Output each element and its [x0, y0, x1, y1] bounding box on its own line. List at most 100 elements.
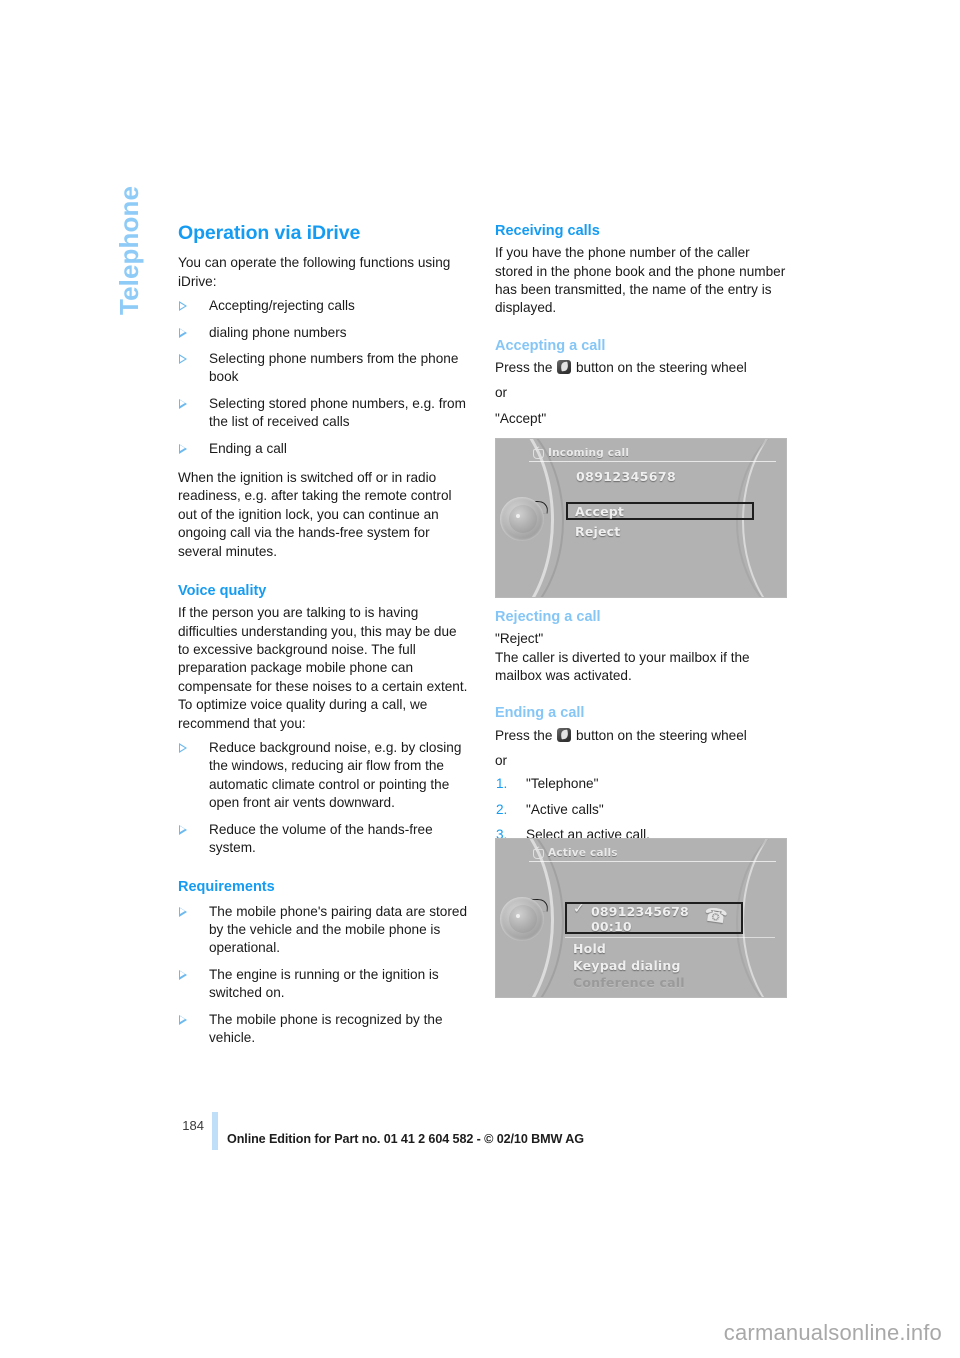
list-item: Selecting stored phone numbers, e.g. fro…	[178, 395, 470, 432]
knob-body	[509, 505, 537, 533]
site-watermark: carmanualsonline.info	[723, 1320, 942, 1345]
list-item: Selecting phone numbers from the phone b…	[178, 350, 470, 387]
list-item: The mobile phone is recognized by the ve…	[178, 1011, 470, 1048]
rejecting-a-call-heading: Rejecting a call	[495, 609, 601, 626]
active-call-duration: 00:10	[591, 919, 632, 934]
triangle-bullet-icon	[179, 824, 187, 835]
function-bullet-list: Accepting/rejecting calls dialing phone …	[178, 297, 470, 458]
knob-highlight-dot	[516, 514, 520, 518]
telephone-icon	[532, 448, 544, 459]
voice-quality-body: If the person you are talking to is havi…	[178, 605, 468, 731]
triangle-bullet-icon	[179, 327, 187, 338]
ending-steps-list: 1. "Telephone" 2. "Active calls" 3. Sele…	[495, 775, 787, 844]
rejecting-option-text: "Reject"	[495, 631, 544, 647]
edition-notice: Online Edition for Part no. 01 41 2 604 …	[227, 1132, 584, 1146]
page-footer: 184 Online Edition for Part no. 01 41 2 …	[178, 1112, 798, 1152]
idrive-controller-knob[interactable]	[500, 497, 546, 543]
accepting-press-instruction: Press the button on the steering wheel	[495, 359, 787, 377]
press-suffix-text: button on the steering wheel	[575, 727, 747, 743]
step-number: 2.	[496, 801, 508, 817]
idrive-controller-knob[interactable]	[500, 897, 546, 943]
press-suffix-text: button on the steering wheel	[575, 359, 747, 375]
idrive-menu-item-reject[interactable]: Reject	[575, 524, 620, 539]
triangle-bullet-icon	[179, 743, 187, 754]
list-item: Ending a call	[178, 440, 470, 458]
page-content: Operation via iDrive You can operate the…	[178, 222, 793, 1045]
idrive-title-label: Active calls	[548, 847, 618, 859]
triangle-bullet-icon	[179, 1014, 187, 1025]
requirements-heading: Requirements	[178, 879, 275, 896]
ending-press-instruction: Press the button on the steering wheel	[495, 727, 787, 745]
list-item-label: Reduce background noise, e.g. by closing…	[209, 740, 462, 811]
accepting-a-call-heading: Accepting a call	[495, 337, 606, 354]
manual-page: Telephone Operation via iDrive You can o…	[0, 0, 960, 1358]
list-item-label: Selecting phone numbers from the phone b…	[209, 351, 459, 385]
steering-wheel-phone-key-icon	[557, 727, 572, 742]
accepting-or-text: or	[495, 385, 508, 401]
list-item-label: Reduce the volume of the hands-free syst…	[209, 821, 433, 856]
section-tab-label: Telephone	[114, 186, 144, 315]
list-item-label: The engine is running or the ignition is…	[209, 966, 439, 1001]
ending-a-call-heading: Ending a call	[495, 705, 585, 722]
list-item-label: The mobile phone's pairing data are stor…	[209, 903, 468, 956]
triangle-bullet-icon	[179, 443, 187, 454]
left-column: Operation via iDrive You can operate the…	[178, 222, 470, 1047]
handset-icon: ☎	[702, 903, 730, 929]
section-tab: Telephone	[112, 186, 146, 406]
receiving-calls-heading: Receiving calls	[495, 223, 600, 239]
step-number: 1.	[496, 776, 508, 792]
idrive-title-label: Incoming call	[548, 447, 630, 459]
requirements-bullet-list: The mobile phone's pairing data are stor…	[178, 903, 470, 1048]
check-icon: ✓	[573, 901, 585, 917]
triangle-bullet-icon	[179, 301, 187, 312]
idrive-screenshot-active-calls: Active calls ✓ 08912345678 00:10 ☎ Hold …	[495, 838, 787, 998]
idrive-menu-item-conference-call: Conference call	[573, 975, 685, 990]
accepting-option-text: "Accept"	[495, 410, 547, 426]
active-call-phone-number: 08912345678	[591, 904, 689, 919]
ignition-note: When the ignition is switched off or in …	[178, 470, 452, 559]
idrive-menu-item-hold[interactable]: Hold	[573, 941, 606, 956]
list-item-label: Accepting/rejecting calls	[209, 298, 355, 314]
list-item-label: Selecting stored phone numbers, e.g. fro…	[209, 395, 466, 430]
list-item: 2. "Active calls"	[495, 801, 787, 819]
idrive-menu-item-keypad-dialing[interactable]: Keypad dialing	[573, 958, 681, 973]
voice-quality-heading: Voice quality	[178, 583, 267, 600]
list-item: dialing phone numbers	[178, 324, 470, 342]
knob-body	[509, 905, 537, 933]
triangle-bullet-icon	[179, 398, 187, 409]
telephone-icon	[532, 848, 544, 859]
list-item: Accepting/rejecting calls	[178, 297, 470, 315]
page-title: Operation via iDrive	[178, 222, 361, 244]
knob-highlight-dot	[516, 914, 520, 918]
rejecting-body: The caller is diverted to your mailbox i…	[495, 649, 750, 684]
idrive-menu-item-accept[interactable]: Accept	[575, 504, 624, 519]
receiving-calls-body: If you have the phone number of the call…	[495, 245, 786, 316]
idrive-screen: Active calls ✓ 08912345678 00:10 ☎ Hold …	[529, 845, 776, 993]
intro-paragraph: You can operate the following functions …	[178, 255, 451, 289]
list-item: The mobile phone's pairing data are stor…	[178, 903, 470, 958]
press-prefix-text: Press the	[495, 727, 553, 743]
steering-wheel-phone-key-icon	[557, 359, 572, 374]
incoming-phone-number: 08912345678	[576, 469, 677, 484]
idrive-screen: Incoming call 08912345678 Accept Reject	[529, 445, 776, 593]
press-prefix-text: Press the	[495, 359, 553, 375]
divider	[565, 937, 775, 938]
list-item: The engine is running or the ignition is…	[178, 966, 470, 1003]
idrive-title-bar: Incoming call	[529, 445, 776, 462]
idrive-title-bar: Active calls	[529, 845, 776, 862]
page-number: 184	[182, 1118, 204, 1133]
list-item-label: dialing phone numbers	[209, 324, 347, 340]
list-item-label: Ending a call	[209, 440, 287, 456]
list-item-label: "Telephone"	[526, 776, 599, 792]
list-item-label: "Active calls"	[526, 801, 604, 817]
triangle-bullet-icon	[179, 354, 187, 365]
list-item: Reduce background noise, e.g. by closing…	[178, 739, 470, 813]
triangle-bullet-icon	[179, 969, 187, 980]
list-item: 1. "Telephone"	[495, 775, 787, 793]
voice-quality-bullet-list: Reduce background noise, e.g. by closing…	[178, 739, 470, 857]
idrive-screenshot-incoming-call: Incoming call 08912345678 Accept Reject	[495, 438, 787, 598]
ending-or-text: or	[495, 752, 508, 768]
